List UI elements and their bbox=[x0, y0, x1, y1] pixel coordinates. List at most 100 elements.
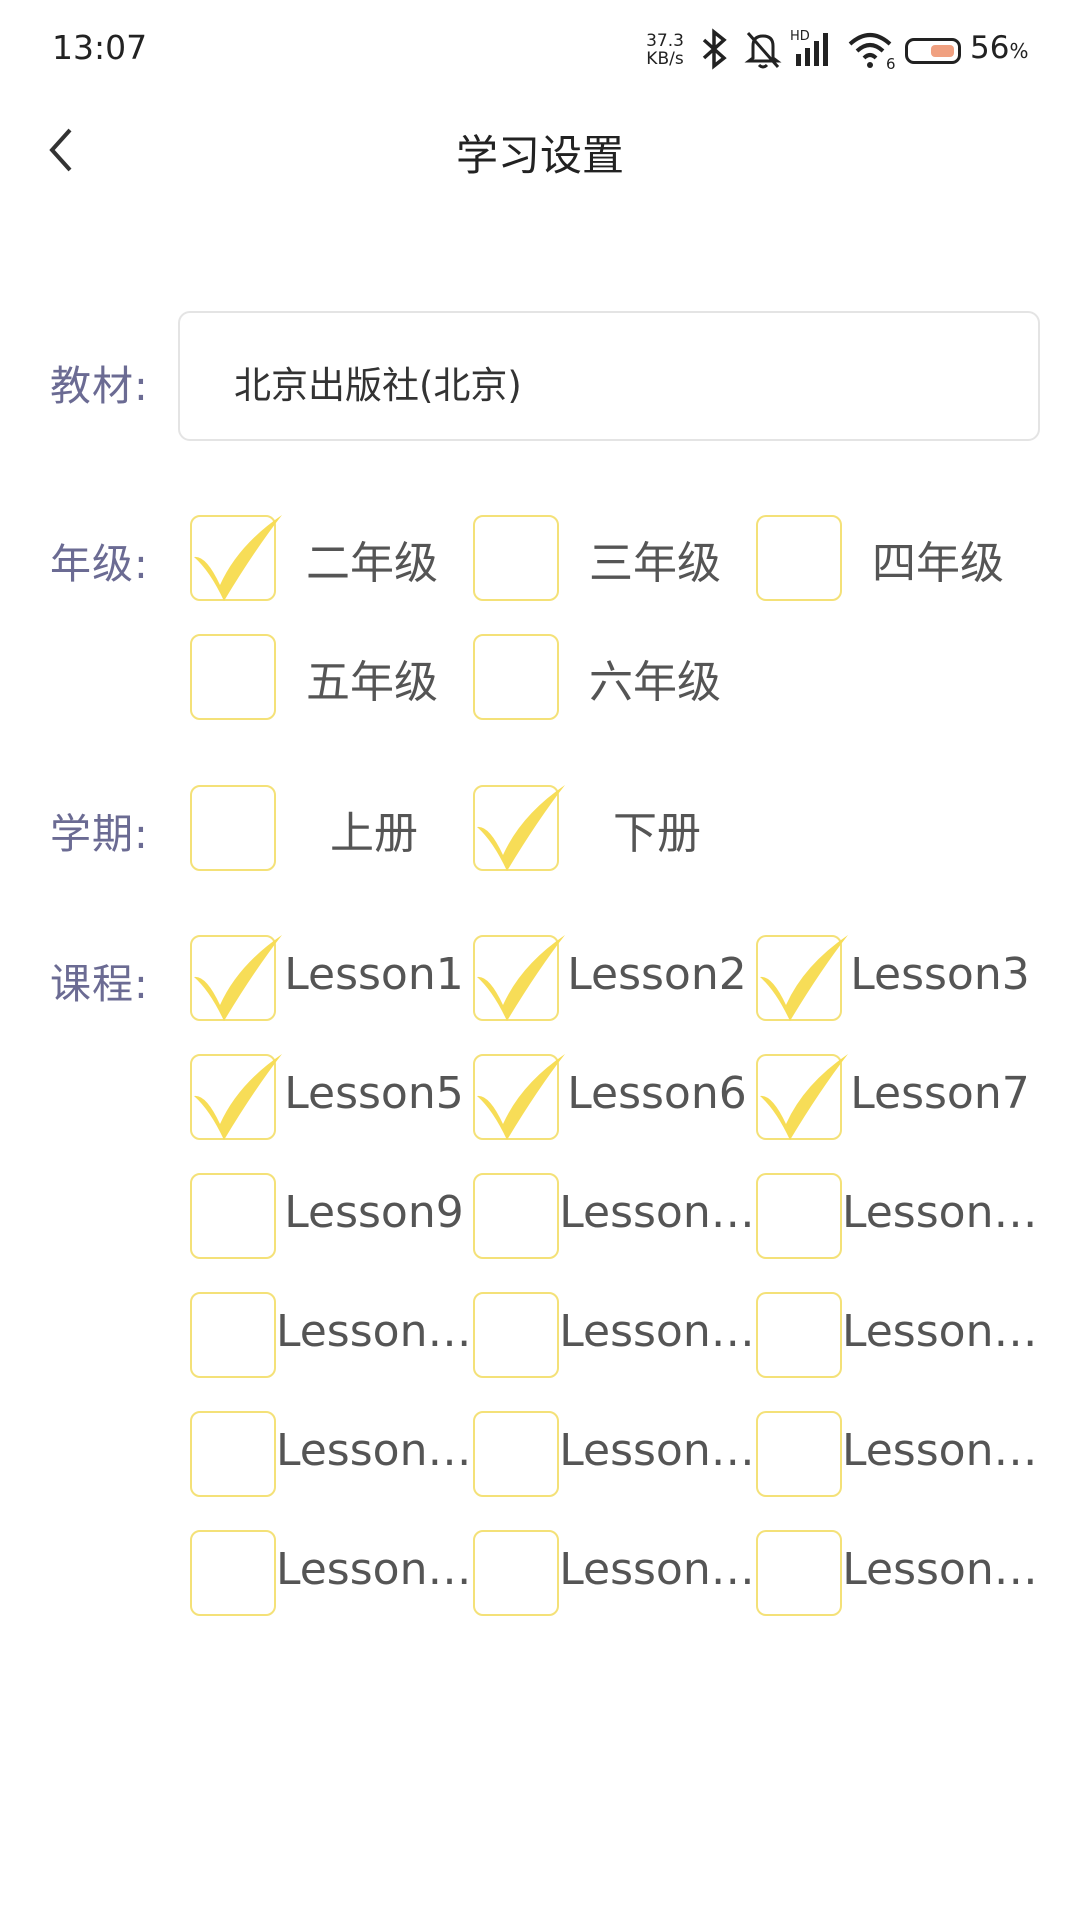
term-checkbox[interactable] bbox=[190, 785, 276, 871]
course-option[interactable]: Lesson7 bbox=[756, 1054, 1038, 1144]
term-checkbox[interactable] bbox=[473, 785, 565, 871]
grade-option[interactable]: 六年级 bbox=[473, 634, 743, 724]
page-title: 学习设置 bbox=[455, 131, 624, 180]
course-checkbox[interactable] bbox=[756, 1054, 848, 1140]
course-option[interactable]: Lesson5 bbox=[190, 1054, 472, 1144]
grade-option-label: 五年级 bbox=[306, 657, 438, 708]
grade-option-label: 四年级 bbox=[872, 538, 1004, 589]
course-checkbox[interactable] bbox=[190, 1054, 282, 1140]
grade-checkbox[interactable] bbox=[190, 634, 276, 720]
course-checkbox[interactable] bbox=[473, 935, 565, 1021]
checkmark-icon bbox=[477, 935, 565, 1021]
grade-option[interactable]: 二年级 bbox=[190, 515, 460, 605]
course-option[interactable]: Lesson19 bbox=[756, 1411, 1038, 1501]
course-checkbox[interactable] bbox=[473, 1173, 559, 1259]
course-option[interactable]: Lesson1 bbox=[190, 935, 472, 1025]
course-option-label: Lesson3 bbox=[850, 949, 1030, 1000]
checkmark-icon bbox=[477, 1054, 565, 1140]
mute-bell-icon bbox=[743, 28, 783, 74]
course-option[interactable]: Lesson… bbox=[473, 1173, 755, 1263]
course-option[interactable]: Lesson… bbox=[756, 1530, 1038, 1620]
course-option-label: Lesson11 bbox=[842, 1187, 1038, 1238]
course-option[interactable]: Lesson11 bbox=[756, 1173, 1038, 1263]
battery-icon bbox=[905, 38, 961, 64]
checkmark-icon bbox=[194, 515, 282, 601]
course-option[interactable]: Lesson3 bbox=[756, 935, 1038, 1025]
course-option-label: Lesson9 bbox=[284, 1187, 464, 1238]
course-option-label: Lesson… bbox=[559, 1306, 755, 1357]
signal-icon: HD bbox=[790, 28, 838, 74]
checkmark-icon bbox=[194, 1054, 282, 1140]
term-label: 学期: bbox=[50, 810, 149, 858]
term-option[interactable]: 下册 bbox=[473, 785, 743, 875]
app-root: 13:07 37.3 KB/s HD 6 56% 学习设置 教材: 北京出版社(… bbox=[0, 0, 1080, 1920]
course-option[interactable]: Lesson9 bbox=[190, 1173, 472, 1263]
course-option[interactable]: Lesson6 bbox=[473, 1054, 755, 1144]
textbook-selector[interactable]: 北京出版社(北京) bbox=[178, 311, 1040, 441]
wifi-icon: 6 bbox=[846, 28, 898, 74]
course-checkbox[interactable] bbox=[756, 1530, 842, 1616]
grade-option[interactable]: 四年级 bbox=[756, 515, 1026, 605]
checkmark-icon bbox=[194, 935, 282, 1021]
course-option-label: Lesson… bbox=[559, 1425, 755, 1476]
grade-label: 年级: bbox=[50, 540, 149, 588]
grade-option[interactable]: 五年级 bbox=[190, 634, 460, 724]
course-option[interactable]: Lesson15 bbox=[756, 1292, 1038, 1382]
course-checkbox[interactable] bbox=[473, 1054, 565, 1140]
grade-checkbox[interactable] bbox=[190, 515, 282, 601]
svg-text:6: 6 bbox=[886, 55, 896, 70]
course-option-label: Lesson… bbox=[559, 1544, 755, 1595]
course-option[interactable]: Lesson… bbox=[473, 1292, 755, 1382]
grade-checkbox[interactable] bbox=[756, 515, 842, 601]
network-speed: 37.3 KB/s bbox=[646, 31, 684, 69]
course-option-label: Lesson… bbox=[559, 1187, 755, 1238]
course-option-label: Lesson13 bbox=[276, 1306, 472, 1357]
course-checkbox[interactable] bbox=[756, 1292, 842, 1378]
checkmark-icon bbox=[760, 1054, 848, 1140]
status-time: 13:07 bbox=[52, 28, 148, 67]
term-option-label: 上册 bbox=[330, 808, 418, 859]
course-option-label: Lesson1 bbox=[284, 949, 464, 1000]
header-bar: 学习设置 bbox=[0, 100, 1080, 200]
checkmark-icon bbox=[477, 785, 565, 871]
grade-checkbox[interactable] bbox=[473, 515, 559, 601]
term-option[interactable]: 上册 bbox=[190, 785, 460, 875]
grade-option-label: 三年级 bbox=[589, 538, 721, 589]
course-option-label: Lesson6 bbox=[567, 1068, 747, 1119]
course-checkbox[interactable] bbox=[756, 935, 848, 1021]
course-option[interactable]: Lesson… bbox=[473, 1411, 755, 1501]
course-checkbox[interactable] bbox=[473, 1411, 559, 1497]
course-option-label: Lesson… bbox=[842, 1544, 1038, 1595]
course-option[interactable]: Lesson17 bbox=[190, 1411, 472, 1501]
grade-checkbox[interactable] bbox=[473, 634, 559, 720]
course-checkbox[interactable] bbox=[190, 1411, 276, 1497]
course-checkbox[interactable] bbox=[756, 1173, 842, 1259]
course-checkbox[interactable] bbox=[190, 1292, 276, 1378]
course-option[interactable]: Lesson13 bbox=[190, 1292, 472, 1382]
status-bar: 13:07 37.3 KB/s HD 6 56% bbox=[0, 0, 1080, 100]
course-label: 课程: bbox=[50, 960, 149, 1008]
course-checkbox[interactable] bbox=[473, 1292, 559, 1378]
textbook-value: 北京出版社(北京) bbox=[234, 364, 522, 407]
course-checkbox[interactable] bbox=[473, 1530, 559, 1616]
battery-percent: 56% bbox=[970, 30, 1029, 66]
course-checkbox[interactable] bbox=[190, 935, 282, 1021]
course-option[interactable]: Lesson… bbox=[473, 1530, 755, 1620]
svg-text:HD: HD bbox=[790, 29, 810, 44]
course-option-label: Lesson5 bbox=[284, 1068, 464, 1119]
checkmark-icon bbox=[760, 935, 848, 1021]
course-option[interactable]: Lesson21 bbox=[190, 1530, 472, 1620]
course-option-label: Lesson17 bbox=[276, 1425, 472, 1476]
course-option-label: Lesson19 bbox=[842, 1425, 1038, 1476]
course-checkbox[interactable] bbox=[756, 1411, 842, 1497]
bluetooth-icon bbox=[698, 28, 732, 74]
grade-option-label: 二年级 bbox=[306, 538, 438, 589]
course-checkbox[interactable] bbox=[190, 1173, 276, 1259]
grade-option[interactable]: 三年级 bbox=[473, 515, 743, 605]
course-option-label: Lesson15 bbox=[842, 1306, 1038, 1357]
course-option[interactable]: Lesson2 bbox=[473, 935, 755, 1025]
course-checkbox[interactable] bbox=[190, 1530, 276, 1616]
term-option-label: 下册 bbox=[613, 808, 701, 859]
grade-option-label: 六年级 bbox=[589, 657, 721, 708]
course-option-label: Lesson21 bbox=[276, 1544, 472, 1595]
